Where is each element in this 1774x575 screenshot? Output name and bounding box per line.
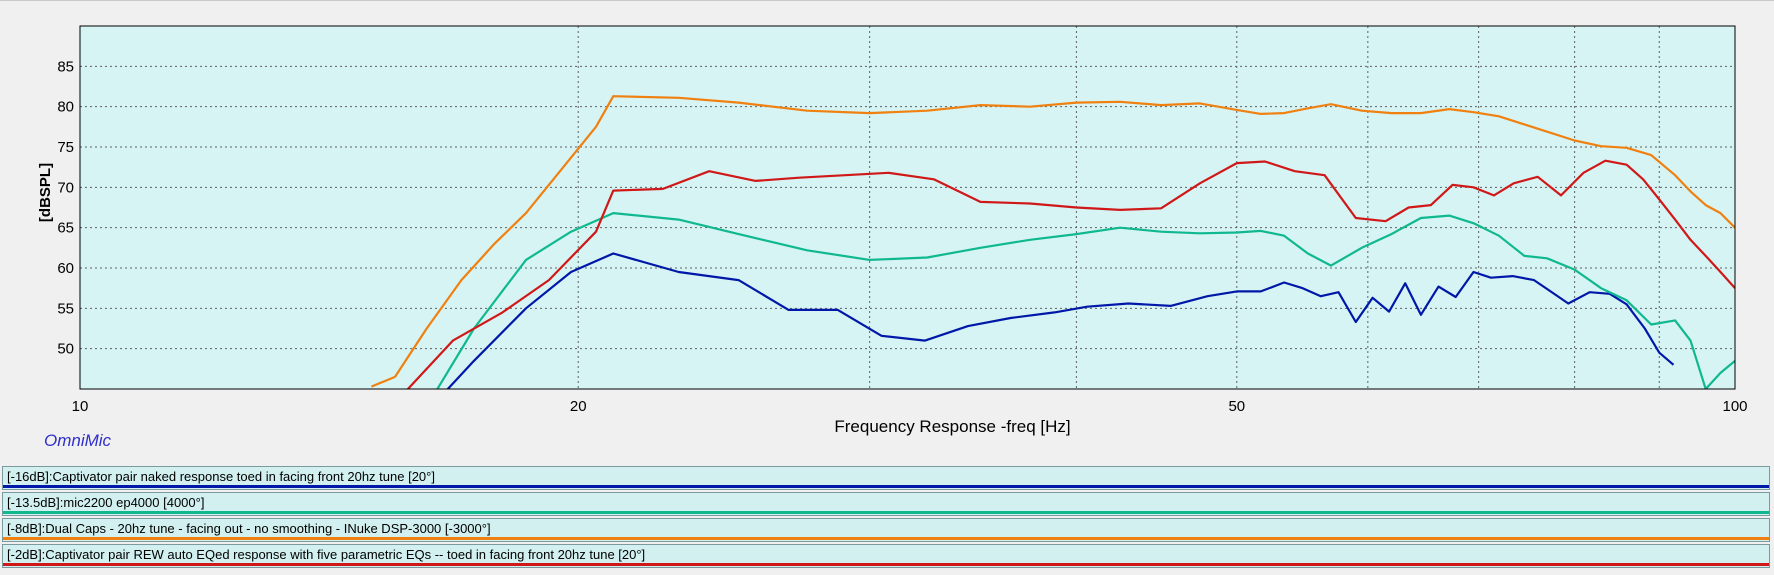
x-tick-label: 100 xyxy=(1722,398,1747,415)
y-tick-label: 50 xyxy=(57,341,74,358)
legend-label: [-16dB]:Captivator pair naked response t… xyxy=(7,469,435,484)
x-tick-label: 10 xyxy=(72,398,89,415)
legend-color-line xyxy=(3,485,1769,488)
legend-item[interactable]: [-16dB]:Captivator pair naked response t… xyxy=(2,466,1770,490)
omnimic-brand: OmniMic xyxy=(44,431,112,450)
legend-item[interactable]: [-8dB]:Dual Caps - 20hz tune - facing ou… xyxy=(2,518,1770,542)
legend-color-line xyxy=(3,537,1769,540)
y-tick-label: 65 xyxy=(57,220,74,237)
legend-label: [-2dB]:Captivator pair REW auto EQed res… xyxy=(7,547,646,562)
y-tick-label: 70 xyxy=(57,179,74,196)
y-tick-label: 60 xyxy=(57,260,74,277)
y-tick-label: 85 xyxy=(57,58,74,75)
legend: [-16dB]:Captivator pair naked response t… xyxy=(0,466,1774,575)
x-tick-label: 20 xyxy=(570,398,587,415)
y-tick-label: 80 xyxy=(57,99,74,116)
frequency-response-chart: 50 55 60 65 70 75 80 85 10 20 50 100 Frequency Resp… xyxy=(37,25,1748,436)
legend-color-line xyxy=(3,511,1769,514)
legend-label: [-8dB]:Dual Caps - 20hz tune - facing ou… xyxy=(7,521,491,536)
x-tick-label: 50 xyxy=(1228,398,1245,415)
legend-label: [-13.5dB]:mic2200 ep4000 [4000°] xyxy=(7,495,205,510)
plot-area xyxy=(80,26,1735,389)
y-axis-title: [dBSPL] xyxy=(37,163,54,222)
chart-panel: 50 55 60 65 70 75 80 85 10 20 50 100 Frequency Resp… xyxy=(0,0,1774,467)
legend-item[interactable]: [-13.5dB]:mic2200 ep4000 [4000°] xyxy=(2,492,1770,516)
y-tick-label: 75 xyxy=(57,139,74,156)
legend-color-line xyxy=(3,563,1769,566)
y-tick-label: 55 xyxy=(57,300,74,317)
legend-item[interactable]: [-2dB]:Captivator pair REW auto EQed res… xyxy=(2,544,1770,568)
x-axis-title: Frequency Response -freq [Hz] xyxy=(834,417,1070,436)
